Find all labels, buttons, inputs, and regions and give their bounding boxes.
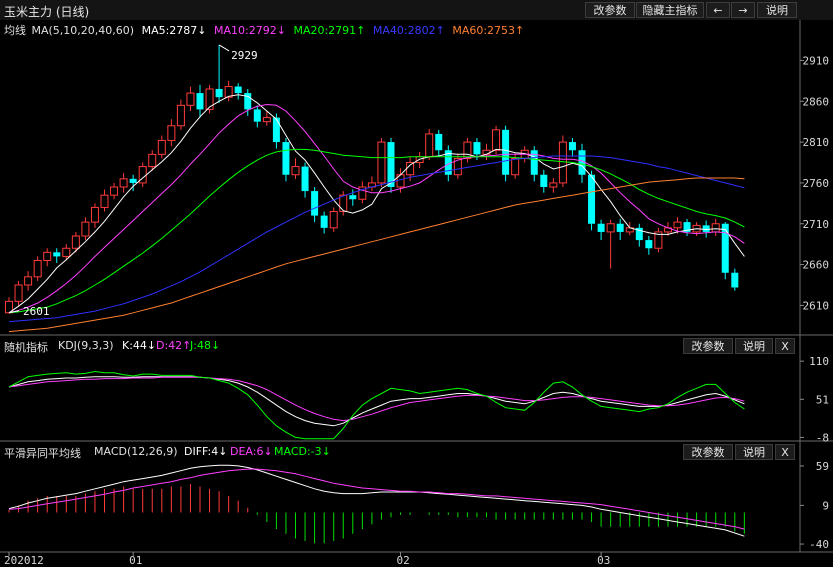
kdj-tick-label: 110 bbox=[809, 355, 829, 368]
candle-body-down bbox=[568, 142, 576, 151]
candle-body-up bbox=[606, 223, 615, 233]
candle-body-up bbox=[463, 141, 472, 159]
candle-body-up bbox=[176, 104, 185, 127]
candle-body-up bbox=[558, 141, 567, 184]
ma-line-ma20 bbox=[8, 148, 745, 314]
candles-group bbox=[5, 44, 739, 314]
price-tick-label: 2860 bbox=[803, 95, 830, 108]
candle-body-down bbox=[196, 93, 204, 110]
candle-body-up bbox=[205, 88, 214, 110]
candle-body-down bbox=[282, 142, 290, 175]
candle-body-up bbox=[406, 162, 415, 176]
candle-body-down bbox=[253, 109, 261, 122]
low-annotation: 2601 bbox=[23, 305, 50, 318]
price-tick-label: 2910 bbox=[803, 54, 830, 67]
price-tick-label: 2660 bbox=[803, 259, 830, 272]
date-tick-label: 02 bbox=[397, 554, 410, 567]
candle-body-up bbox=[157, 139, 166, 155]
kdj-line-k bbox=[8, 376, 745, 427]
candle-body-down bbox=[473, 142, 481, 155]
candle-body-up bbox=[43, 251, 52, 261]
macd-tick-label: 9 bbox=[822, 499, 829, 512]
candle-body-down bbox=[645, 240, 653, 249]
kdj-line-j bbox=[8, 370, 745, 440]
candle-body-up bbox=[33, 260, 42, 278]
candle-body-down bbox=[272, 117, 280, 143]
candle-body-down bbox=[311, 191, 319, 216]
candle-body-up bbox=[24, 276, 33, 286]
candle-body-down bbox=[349, 195, 357, 200]
candle-body-up bbox=[14, 284, 23, 302]
candle-body-up bbox=[511, 157, 520, 176]
price-tick-label: 2610 bbox=[803, 299, 830, 312]
candle-body-up bbox=[377, 141, 386, 184]
candle-body-up bbox=[425, 133, 434, 158]
price-tick-label: 2810 bbox=[803, 136, 830, 149]
candle-body-down bbox=[502, 129, 510, 175]
candle-body-up bbox=[549, 182, 558, 188]
candle-body-up bbox=[119, 178, 128, 188]
candle-body-up bbox=[100, 194, 109, 208]
candle-body-up bbox=[71, 235, 80, 249]
candle-body-down bbox=[53, 252, 61, 257]
ma-line-ma40 bbox=[8, 155, 745, 323]
date-tick-label: 01 bbox=[129, 554, 142, 567]
candle-body-up bbox=[339, 194, 348, 213]
candle-body-down bbox=[731, 272, 739, 288]
candle-body-down bbox=[540, 174, 548, 187]
candle-body-down bbox=[588, 174, 596, 224]
candle-body-up bbox=[62, 247, 71, 257]
candle-body-down bbox=[702, 225, 710, 232]
candle-body-up bbox=[90, 206, 99, 223]
candle-body-down bbox=[597, 223, 605, 232]
candle-body-up bbox=[492, 129, 501, 151]
price-tick-label: 2710 bbox=[803, 218, 830, 231]
ma-line-ma5 bbox=[8, 94, 745, 314]
candle-body-down bbox=[129, 178, 137, 183]
candle-body-down bbox=[435, 133, 443, 151]
kdj-tick-label: 51 bbox=[816, 393, 829, 406]
candle-body-down bbox=[320, 215, 328, 228]
candle-body-down bbox=[721, 223, 729, 273]
candle-body-down bbox=[301, 166, 309, 192]
candle-body-down bbox=[616, 223, 624, 232]
macd-tick-label: -40 bbox=[809, 538, 829, 551]
high-annotation: 2929 bbox=[231, 49, 258, 62]
candle-body-down bbox=[215, 89, 223, 98]
kdj-tick-label: -8 bbox=[816, 431, 829, 444]
charts-canvas: 2610 2660 2710 2760 2810 2860 2910 2929 2601 110 5… bbox=[0, 20, 833, 567]
candle-body-up bbox=[110, 186, 119, 196]
candle-body-up bbox=[148, 153, 157, 168]
candle-body-up bbox=[673, 221, 682, 229]
candle-body-up bbox=[482, 149, 491, 155]
candle-body-up bbox=[186, 92, 195, 106]
date-tick-label: 202012 bbox=[4, 554, 44, 567]
candle-body-up bbox=[167, 125, 176, 141]
candle-body-up bbox=[262, 117, 271, 123]
candle-body-up bbox=[329, 211, 338, 229]
candle-body-up bbox=[711, 223, 720, 233]
ma-line-ma10 bbox=[8, 103, 745, 314]
kdj-line-d bbox=[8, 376, 745, 422]
high-pointer bbox=[218, 44, 230, 52]
date-tick-label: 03 bbox=[597, 554, 610, 567]
macd-line-diff bbox=[8, 464, 745, 537]
macd-line-dea bbox=[8, 468, 745, 530]
ma-line-ma60 bbox=[8, 177, 745, 333]
price-tick-label: 2760 bbox=[803, 177, 830, 190]
macd-histogram-group bbox=[8, 484, 745, 544]
macd-tick-label: 59 bbox=[816, 460, 829, 473]
candle-body-up bbox=[81, 221, 90, 237]
candle-body-down bbox=[234, 86, 242, 94]
candle-body-up bbox=[291, 166, 300, 176]
